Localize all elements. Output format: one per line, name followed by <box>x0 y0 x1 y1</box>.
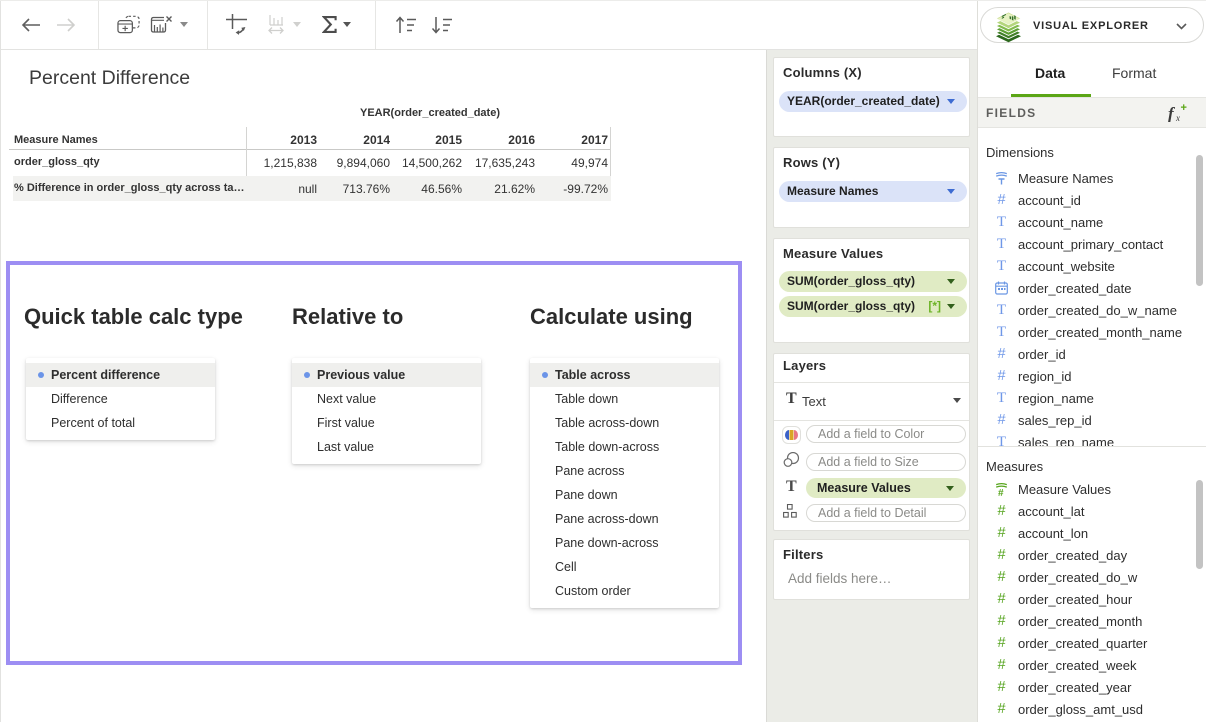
svg-text:f: f <box>1168 104 1176 122</box>
svg-text:x: x <box>1175 113 1180 122</box>
svg-text:#: # <box>998 488 1004 497</box>
svg-text:+: + <box>1181 102 1187 114</box>
